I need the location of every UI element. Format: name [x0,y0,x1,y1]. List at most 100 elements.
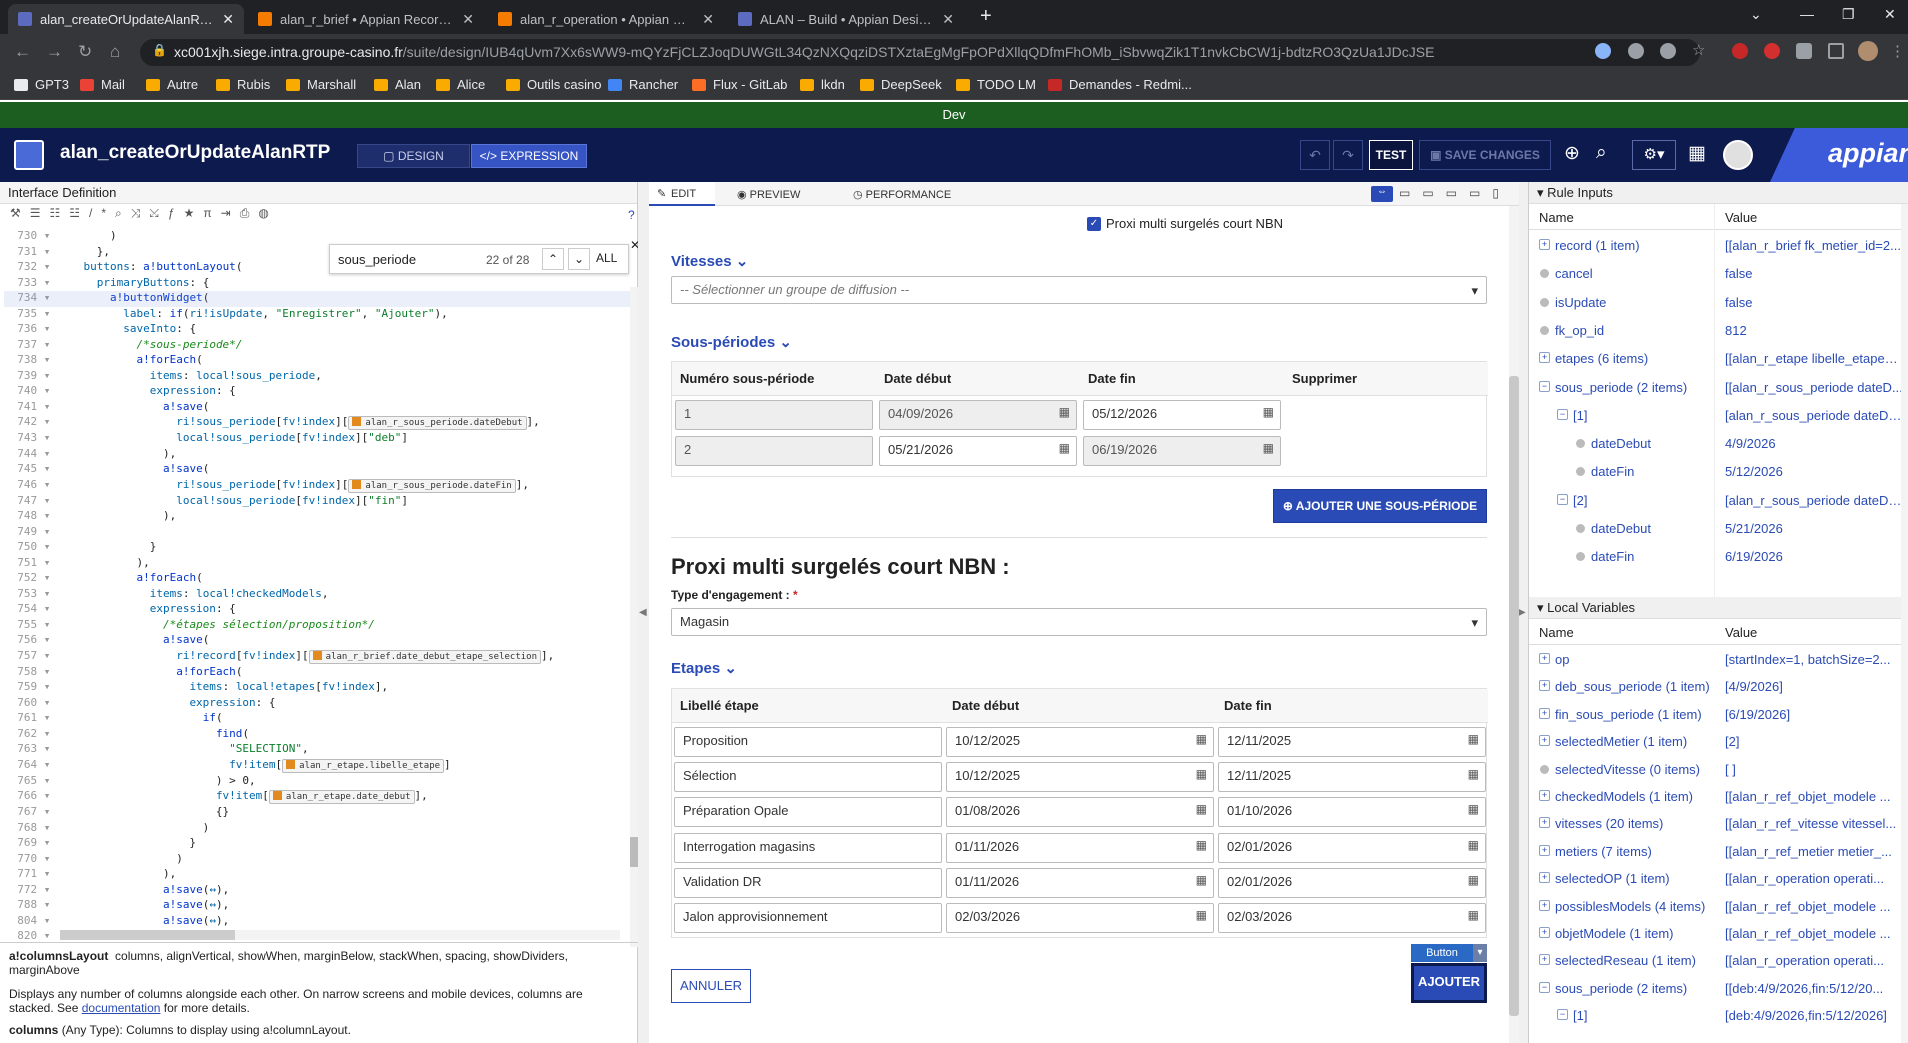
calendar-icon[interactable]: ▦ [1196,908,1207,922]
browser-tab[interactable]: alan_r_brief • Appian Record Typ ✕ [248,4,484,34]
variable-value[interactable]: [alan_r_sous_periode dateDe... [1725,408,1903,423]
rule-inputs-header[interactable]: ▾ Rule Inputs [1529,182,1908,204]
etape-fin-field[interactable]: 02/01/2026 ▦ [1218,867,1486,898]
local-variables-header[interactable]: ▾ Local Variables [1529,597,1908,619]
variable-value[interactable]: [startIndex=1, batchSize=2... [1725,652,1903,667]
expand-plus-icon[interactable]: + [1539,954,1550,966]
editor-vscrollbar[interactable] [630,287,638,947]
tab-close-icon[interactable]: ✕ [222,11,234,28]
variable-row[interactable]: + selectedOP (1 item) [[alan_r_operation o… [1529,867,1908,890]
variable-value[interactable]: 5/21/2026 [1725,521,1903,536]
submit-button[interactable]: AJOUTER [1411,963,1487,1003]
calendar-icon[interactable]: ▦ [1468,732,1479,746]
expand-plus-icon[interactable]: + [1539,899,1550,911]
bookmark-item[interactable]: Marshall [286,77,356,92]
expand-plus-icon[interactable]: + [1539,653,1550,664]
expand-plus-icon[interactable]: + [1539,927,1550,938]
design-mode-button[interactable]: ▢ DESIGN [357,144,470,168]
editor-vscroll-thumb[interactable] [630,837,638,867]
undo-icon[interactable]: ↶ [1300,140,1330,170]
bookmark-item[interactable]: lkdn [800,77,845,92]
add-sous-periode-button[interactable]: ⊕ AJOUTER UNE SOUS-PÉRIODE [1273,489,1487,523]
variable-value[interactable]: [alan_r_sous_periode dateDe... [1725,493,1903,508]
expand-plus-icon[interactable]: + [1539,790,1550,801]
tab-close-icon[interactable]: ✕ [462,11,474,28]
bookmark-item[interactable]: Flux - GitLab [692,77,787,92]
variable-row[interactable]: + selectedReseau (1 item) [[alan_r_operati… [1529,949,1908,972]
bookmark-item[interactable]: Alan [374,77,421,92]
user-avatar[interactable] [1723,140,1753,170]
preview-scrollbar[interactable] [1509,206,1519,1043]
expand-plus-icon[interactable]: + [1539,817,1550,829]
calendar-icon[interactable]: ▦ [1468,767,1479,781]
variable-value[interactable]: [[alan_r_ref_vitesse vitessel... [1725,816,1903,831]
etape-fin-field[interactable]: 02/03/2026 ▦ [1218,903,1486,933]
variable-value[interactable]: 6/19/2026 [1725,549,1903,564]
variable-value[interactable]: [[alan_r_ref_objet_modele ... [1725,926,1903,941]
editor-hscroll-thumb[interactable] [60,930,235,940]
bookmark-item[interactable]: Rancher [608,77,678,92]
back-icon[interactable]: ← [14,42,31,62]
etape-fin-field[interactable]: 02/01/2026 ▦ [1218,832,1486,863]
variable-value[interactable]: [[alan_r_operation operati... [1725,953,1903,968]
documentation-link[interactable]: documentation [82,1001,161,1015]
variable-value[interactable]: [6/19/2026] [1725,707,1903,722]
variable-row[interactable]: fk_op_id 812 [1529,319,1908,342]
variable-row[interactable]: + fin_sous_periode (1 item) [6/19/2026] [1529,703,1908,726]
bookmark-star-icon[interactable]: ☆ [1692,41,1708,59]
bookmark-item[interactable]: GPT3 [14,77,69,92]
device-size-icons[interactable]: ▭▭▭▭▯ [1399,186,1511,200]
calendar-icon[interactable]: ▦ [1468,838,1479,852]
variable-row[interactable]: + vitesses (20 items) [[alan_r_ref_vitesse… [1529,812,1908,835]
collapse-minus-icon[interactable]: − [1557,1009,1568,1021]
variable-value[interactable]: 812 [1725,323,1903,338]
menu-icon[interactable]: ⋮ [1890,42,1905,60]
variable-value[interactable]: [2] [1725,734,1903,749]
find-prev-icon[interactable]: ⌃ [542,248,564,270]
tab-search-icon[interactable]: ⌄ [1750,6,1762,23]
close-window-icon[interactable]: ✕ [1884,6,1896,23]
editor-hscrollbar[interactable] [60,930,620,940]
collapse-minus-icon[interactable]: − [1557,408,1568,420]
variable-row[interactable]: + op [startIndex=1, batchSize=2... [1529,648,1908,671]
expand-plus-icon[interactable]: + [1539,872,1550,884]
expand-plus-icon[interactable]: + [1539,352,1550,364]
variable-row[interactable]: dateFin 5/12/2026 [1529,460,1908,483]
variable-row[interactable]: + possiblesModels (4 items) [[alan_r_ref_o… [1529,895,1908,918]
expand-plus-icon[interactable]: + [1539,680,1550,692]
tab-close-icon[interactable]: ✕ [702,11,714,28]
bookmark-item[interactable]: TODO LM [956,77,1036,92]
save-changes-button[interactable]: ▣ SAVE CHANGES [1419,140,1551,170]
variable-row[interactable]: − [1] [deb:4/9/2026,fin:5/12/2026] [1529,1004,1908,1027]
etape-libelle-field[interactable]: Proposition [674,727,942,757]
etape-debut-field[interactable]: 10/12/2025 ▦ [946,762,1214,793]
bookmark-item[interactable]: Outils casino [506,77,601,92]
globe-icon[interactable]: ⊕ [1564,142,1580,165]
collapse-minus-icon[interactable]: − [1539,380,1550,392]
collapse-minus-icon[interactable]: − [1539,981,1550,993]
variable-row[interactable]: + deb_sous_periode (1 item) [4/9/2026] [1529,675,1908,698]
browser-tab[interactable]: ALAN – Build • Appian Designer ✕ [728,4,964,34]
collapse-minus-icon[interactable]: − [1557,493,1568,505]
calendar-icon[interactable]: ▦ [1468,802,1479,816]
bookmark-item[interactable]: Rubis [216,77,270,92]
vitesses-dropdown[interactable]: -- Sélectionner un groupe de diffusion -… [671,276,1487,304]
variable-value[interactable]: [[alan_r_sous_periode dateD... [1725,380,1903,395]
calendar-icon[interactable]: ▦ [1059,405,1070,419]
sous-periode-debut-field[interactable]: 05/21/2026 ▦ [879,436,1077,466]
variable-row[interactable]: dateDebut 5/21/2026 [1529,517,1908,540]
reload-icon[interactable]: ↻ [78,42,92,62]
editor-toolbar[interactable]: ⚒☰☷☳/*⌕⤨⤩ƒ★π⇥⎙◍ [0,206,638,226]
calendar-icon[interactable]: ▦ [1263,405,1274,419]
expand-plus-icon[interactable]: + [1539,239,1550,250]
bookmark-item[interactable]: Demandes - Redmi... [1048,77,1192,92]
variable-value[interactable]: [[alan_r_ref_metier metier_... [1725,844,1903,859]
variable-value[interactable]: 4/9/2026 [1725,436,1903,451]
calendar-icon[interactable]: ▦ [1196,838,1207,852]
etape-libelle-field[interactable]: Interrogation magasins [674,832,942,863]
variable-value[interactable]: false [1725,266,1903,281]
redo-icon[interactable]: ↷ [1333,140,1363,170]
variable-row[interactable]: + checkedModels (1 item) [[alan_r_ref_obje… [1529,785,1908,808]
zoom-icon[interactable] [1628,43,1644,59]
cancel-button[interactable]: ANNULER [671,969,751,1003]
